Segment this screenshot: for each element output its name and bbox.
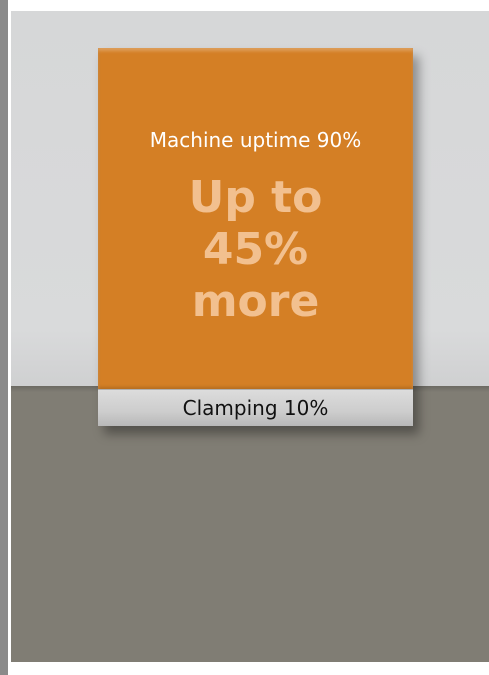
background-lower xyxy=(11,386,489,662)
machine-uptime-label: Machine uptime 90% xyxy=(149,128,362,152)
infographic-stage: Machine uptime 90% Up to 45% more Clampi… xyxy=(11,11,489,662)
uptime-card-main: Machine uptime 90% Up to 45% more xyxy=(98,48,413,389)
left-divider xyxy=(0,0,8,675)
headline: Up to 45% more xyxy=(98,172,413,328)
clamping-label: Clamping 10% xyxy=(182,396,329,420)
uptime-card: Machine uptime 90% Up to 45% more Clampi… xyxy=(98,48,413,426)
clamping-bar: Clamping 10% xyxy=(98,389,413,426)
headline-line-2: 45% xyxy=(202,224,309,275)
headline-line-3: more xyxy=(191,276,320,327)
headline-line-1: Up to xyxy=(188,172,323,223)
